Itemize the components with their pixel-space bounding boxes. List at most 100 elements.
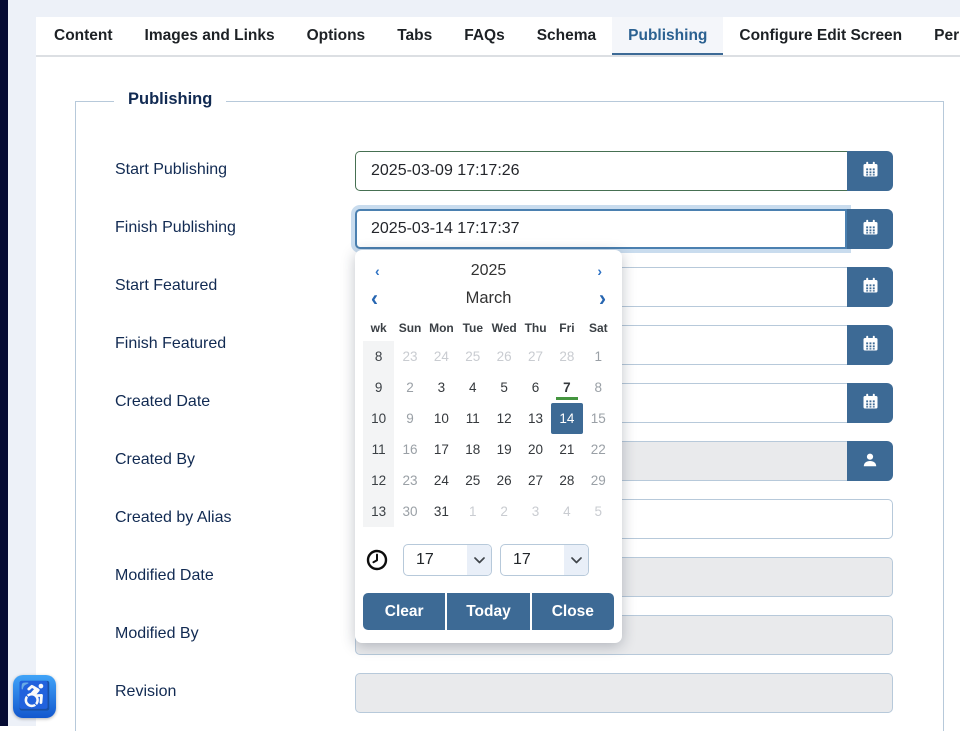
day-cell[interactable]: 9 — [394, 403, 425, 434]
sidebar-background — [8, 0, 36, 726]
day-cell[interactable]: 22 — [583, 434, 614, 465]
created-date-calendar-button[interactable] — [847, 383, 893, 423]
day-cell[interactable]: 25 — [457, 465, 488, 496]
day-cell[interactable]: 5 — [489, 372, 520, 403]
field-row-start-publishing: Start Publishing — [115, 151, 905, 191]
day-cell[interactable]: 1 — [457, 496, 488, 527]
week-number: 12 — [363, 465, 394, 496]
day-cell[interactable]: 30 — [394, 496, 425, 527]
revision-input — [355, 673, 893, 713]
start-featured-calendar-button[interactable] — [847, 267, 893, 307]
day-cell[interactable]: 24 — [426, 341, 457, 372]
day-cell[interactable]: 3 — [426, 372, 457, 403]
day-cell[interactable]: 6 — [520, 372, 551, 403]
field-row-revision: Revision — [115, 673, 905, 713]
calendar-icon — [862, 219, 879, 239]
day-of-week-header: wk Sun Mon Tue Wed Thu Fri Sat — [363, 321, 614, 335]
day-cell[interactable]: 4 — [551, 496, 582, 527]
minute-value: 17 — [501, 551, 531, 569]
day-cell[interactable]: 16 — [394, 434, 425, 465]
dow-thu: Thu — [520, 321, 551, 335]
week-number: 13 — [363, 496, 394, 527]
day-cell[interactable]: 27 — [520, 341, 551, 372]
tab-options[interactable]: Options — [291, 17, 382, 55]
day-cell[interactable]: 28 — [551, 465, 582, 496]
day-cell[interactable]: 5 — [583, 496, 614, 527]
tab-faqs[interactable]: FAQs — [448, 17, 520, 55]
day-cell[interactable]: 19 — [489, 434, 520, 465]
chevron-down-icon — [564, 545, 588, 575]
day-cell[interactable]: 2 — [489, 496, 520, 527]
day-cell[interactable]: 29 — [583, 465, 614, 496]
dow-tue: Tue — [457, 321, 488, 335]
previous-month-icon[interactable]: ‹ — [371, 287, 378, 309]
clock-icon — [366, 549, 388, 571]
day-cell-selected[interactable]: 14 — [551, 403, 582, 434]
calendar-icon — [862, 161, 879, 181]
today-button[interactable]: Today — [447, 593, 529, 630]
fieldset-legend: Publishing — [114, 90, 226, 109]
minute-select[interactable]: 17 — [500, 544, 589, 576]
hour-select[interactable]: 17 — [403, 544, 492, 576]
next-year-icon[interactable]: › — [597, 264, 602, 278]
day-cell[interactable]: 2 — [394, 372, 425, 403]
tab-permissions[interactable]: Permissions — [918, 17, 960, 55]
tab-content[interactable]: Content — [38, 17, 129, 55]
day-cell[interactable]: 26 — [489, 341, 520, 372]
app-left-rail — [0, 0, 8, 726]
close-button[interactable]: Close — [532, 593, 614, 630]
created-by-select-user-button[interactable] — [847, 441, 893, 481]
calendar-grid: 8 23 24 25 26 27 28 1 9 2 3 4 5 6 7 8 10… — [363, 341, 614, 527]
day-cell[interactable]: 1 — [583, 341, 614, 372]
day-cell[interactable]: 26 — [489, 465, 520, 496]
finish-publishing-input[interactable] — [355, 209, 847, 249]
datepicker-month: March — [466, 289, 512, 308]
day-cell[interactable]: 13 — [520, 403, 551, 434]
day-cell[interactable]: 20 — [520, 434, 551, 465]
chevron-down-icon — [467, 545, 491, 575]
tab-configure-edit-screen[interactable]: Configure Edit Screen — [723, 17, 918, 55]
day-cell[interactable]: 4 — [457, 372, 488, 403]
finish-featured-calendar-button[interactable] — [847, 325, 893, 365]
clear-button[interactable]: Clear — [363, 593, 445, 630]
day-cell[interactable]: 23 — [394, 465, 425, 496]
day-cell[interactable]: 21 — [551, 434, 582, 465]
tab-schema[interactable]: Schema — [521, 17, 612, 55]
day-cell[interactable]: 11 — [457, 403, 488, 434]
start-publishing-input[interactable] — [355, 151, 847, 191]
finish-publishing-calendar-button[interactable] — [847, 209, 893, 249]
day-cell-today[interactable]: 7 — [551, 372, 582, 403]
previous-year-icon[interactable]: ‹ — [375, 264, 380, 278]
user-icon — [861, 451, 879, 472]
calendar-icon — [862, 277, 879, 297]
day-cell[interactable]: 25 — [457, 341, 488, 372]
day-cell[interactable]: 18 — [457, 434, 488, 465]
tab-tabs[interactable]: Tabs — [381, 17, 448, 55]
week-number: 11 — [363, 434, 394, 465]
day-cell[interactable]: 8 — [583, 372, 614, 403]
datepicker-popup: ‹ 2025 › ‹ March › wk Sun Mon Tue Wed Th… — [355, 250, 622, 643]
week-number: 10 — [363, 403, 394, 434]
created-by-label: Created By — [115, 451, 195, 469]
tab-publishing[interactable]: Publishing — [612, 17, 723, 55]
day-cell[interactable]: 28 — [551, 341, 582, 372]
start-publishing-calendar-button[interactable] — [847, 151, 893, 191]
day-cell[interactable]: 27 — [520, 465, 551, 496]
dow-sat: Sat — [583, 321, 614, 335]
next-month-icon[interactable]: › — [599, 287, 606, 309]
day-cell[interactable]: 12 — [489, 403, 520, 434]
dow-sun: Sun — [394, 321, 425, 335]
day-cell[interactable]: 15 — [583, 403, 614, 434]
created-by-alias-label: Created by Alias — [115, 509, 232, 527]
day-cell[interactable]: 31 — [426, 496, 457, 527]
day-cell[interactable]: 23 — [394, 341, 425, 372]
modified-date-label: Modified Date — [115, 567, 214, 585]
day-cell[interactable]: 3 — [520, 496, 551, 527]
week-number: 9 — [363, 372, 394, 403]
day-cell[interactable]: 24 — [426, 465, 457, 496]
start-publishing-label: Start Publishing — [115, 161, 227, 179]
day-cell[interactable]: 17 — [426, 434, 457, 465]
day-cell[interactable]: 10 — [426, 403, 457, 434]
accessibility-button[interactable]: ♿ — [13, 675, 56, 718]
tab-images-and-links[interactable]: Images and Links — [129, 17, 291, 55]
